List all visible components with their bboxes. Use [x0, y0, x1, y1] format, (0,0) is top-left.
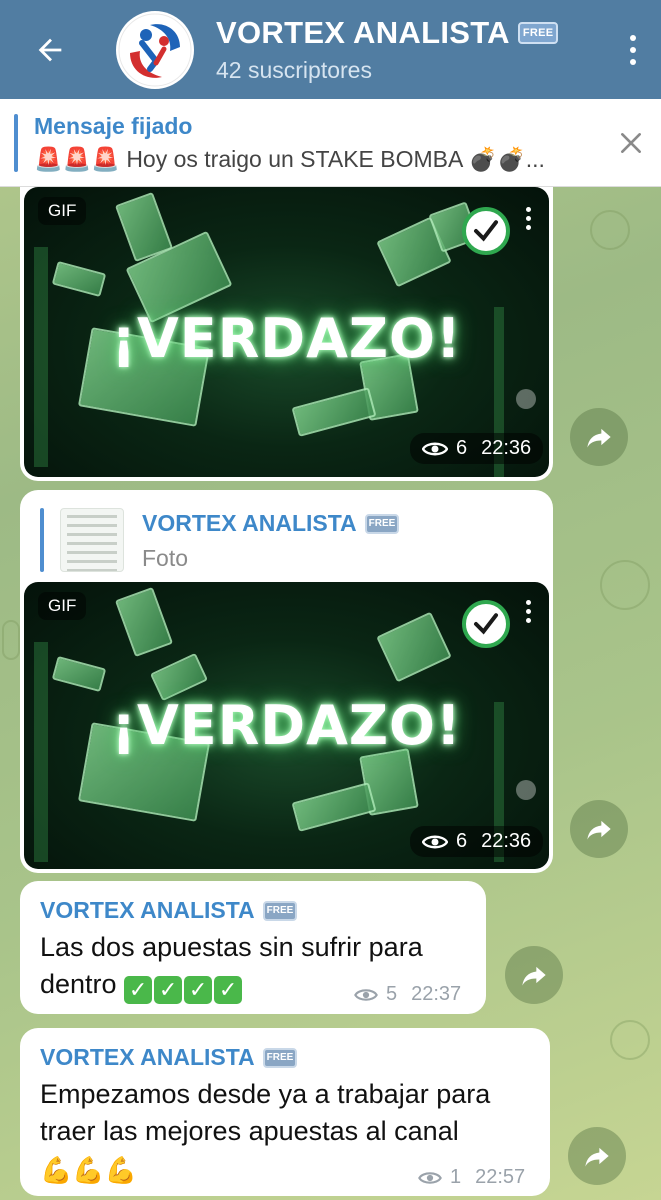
money-bill — [376, 611, 452, 683]
message-meta: 6 22:36 — [410, 826, 544, 857]
more-vert-icon — [630, 32, 636, 68]
free-badge: FREE — [262, 1047, 298, 1068]
eye-icon — [422, 442, 448, 455]
message-time: 22:36 — [481, 830, 532, 852]
money-bill — [51, 655, 107, 693]
gif-indicator-dot — [516, 389, 536, 409]
verified-check-icon — [462, 207, 510, 255]
share-button[interactable] — [505, 946, 563, 1004]
sender-name: VORTEX ANALISTA — [40, 897, 255, 923]
close-icon — [621, 132, 641, 153]
message-sender: VORTEX ANALISTA FREE — [40, 1044, 298, 1071]
gif-overlay-text: ¡VERDAZO! — [111, 307, 462, 370]
channel-title-text: VORTEX ANALISTA — [216, 15, 510, 50]
message-bubble[interactable]: VORTEX ANALISTA FREE Empezamos desde ya … — [20, 1028, 550, 1196]
message-time: 22:37 — [411, 983, 462, 1005]
view-count: 6 — [456, 830, 468, 852]
pinned-message[interactable]: Mensaje fijado 🚨🚨🚨 Hoy os traigo un STAK… — [0, 99, 661, 187]
message-meta: 5 22:37 — [354, 983, 461, 1006]
share-button[interactable] — [568, 1127, 626, 1185]
pinned-text: Hoy os traigo un STAKE BOMBA — [126, 145, 463, 172]
background-doodle — [600, 560, 650, 610]
money-bill — [114, 586, 174, 658]
free-badge: FREE — [517, 22, 559, 44]
channel-info[interactable]: VORTEX ANALISTA FREE 42 suscriptores — [216, 15, 605, 84]
chat-header: VORTEX ANALISTA FREE 42 suscriptores — [0, 0, 661, 99]
eye-icon — [422, 835, 448, 848]
close-pinned-button[interactable] — [601, 113, 661, 173]
channel-avatar[interactable] — [116, 10, 194, 89]
reply-accent-bar — [40, 508, 44, 572]
background-doodle — [590, 210, 630, 250]
reply-preview: Foto — [142, 545, 189, 571]
flexed-biceps-emoji: 💪💪💪 — [40, 1155, 138, 1185]
free-badge: FREE — [364, 513, 400, 534]
pinned-label: Mensaje fijado — [34, 112, 193, 139]
message-time: 22:57 — [475, 1166, 526, 1188]
reply-sender-name: VORTEX ANALISTA — [142, 510, 357, 536]
pinned-preview: 🚨🚨🚨 Hoy os traigo un STAKE BOMBA 💣💣... — [34, 146, 601, 173]
view-count: 6 — [456, 437, 468, 459]
gif-overlay-text: ¡VERDAZO! — [111, 694, 462, 757]
gif-label: GIF — [38, 592, 87, 620]
message-meta: 6 22:36 — [410, 433, 544, 464]
gif-media[interactable]: ¡VERDAZO! GIF 6 22:36 — [24, 582, 549, 869]
gif-menu-icon[interactable] — [526, 598, 531, 625]
money-bill — [291, 782, 377, 832]
pinned-accent-bar — [14, 113, 18, 172]
channel-logo-icon — [118, 13, 192, 86]
message-bubble[interactable]: VORTEX ANALISTA FREE Foto ¡VERDAZO! GIF … — [20, 490, 553, 873]
money-bill — [51, 260, 107, 298]
message-time: 22:36 — [481, 437, 532, 459]
gif-indicator-dot — [516, 780, 536, 800]
reply-thumbnail — [60, 508, 124, 572]
arrow-left-icon — [38, 38, 62, 61]
share-button[interactable] — [570, 800, 628, 858]
share-button[interactable] — [570, 408, 628, 466]
more-options-button[interactable] — [605, 0, 661, 99]
background-doodle — [2, 620, 20, 660]
forward-arrow-icon — [522, 966, 546, 986]
forward-arrow-icon — [587, 428, 611, 448]
siren-emoji: 🚨🚨🚨 — [34, 145, 120, 172]
message-meta: 1 22:57 — [418, 1166, 525, 1189]
gif-menu-icon[interactable] — [526, 205, 531, 232]
reply-sender: VORTEX ANALISTA FREE — [142, 510, 400, 537]
back-button[interactable] — [0, 0, 100, 99]
gif-label: GIF — [38, 197, 87, 225]
money-bill — [291, 387, 377, 437]
view-count: 1 — [450, 1166, 462, 1188]
gif-media[interactable]: ¡VERDAZO! GIF 6 22:36 — [24, 187, 549, 477]
eye-icon — [354, 988, 378, 1001]
channel-title: VORTEX ANALISTA FREE — [216, 15, 605, 51]
message-bubble[interactable]: VORTEX ANALISTA FREE Las dos apuestas si… — [20, 881, 486, 1014]
forward-arrow-icon — [587, 820, 611, 840]
subscriber-count: 42 suscriptores — [216, 57, 372, 83]
sender-name: VORTEX ANALISTA — [40, 1044, 255, 1070]
message-body: Empezamos desde ya a trabajar para traer… — [40, 1079, 491, 1146]
message-bubble[interactable]: ¡VERDAZO! GIF 6 22:36 — [20, 187, 553, 481]
free-badge: FREE — [262, 900, 298, 921]
checkmark-emoji: ✓ ✓ ✓ ✓ — [124, 969, 244, 1004]
message-sender: VORTEX ANALISTA FREE — [40, 897, 298, 924]
pinned-content: Mensaje fijado 🚨🚨🚨 Hoy os traigo un STAK… — [34, 113, 601, 173]
verified-check-icon — [462, 600, 510, 648]
eye-icon — [418, 1171, 442, 1184]
forward-arrow-icon — [585, 1147, 609, 1167]
bomb-emoji: 💣💣... — [468, 145, 545, 172]
view-count: 5 — [386, 983, 398, 1005]
background-doodle — [610, 1020, 650, 1060]
